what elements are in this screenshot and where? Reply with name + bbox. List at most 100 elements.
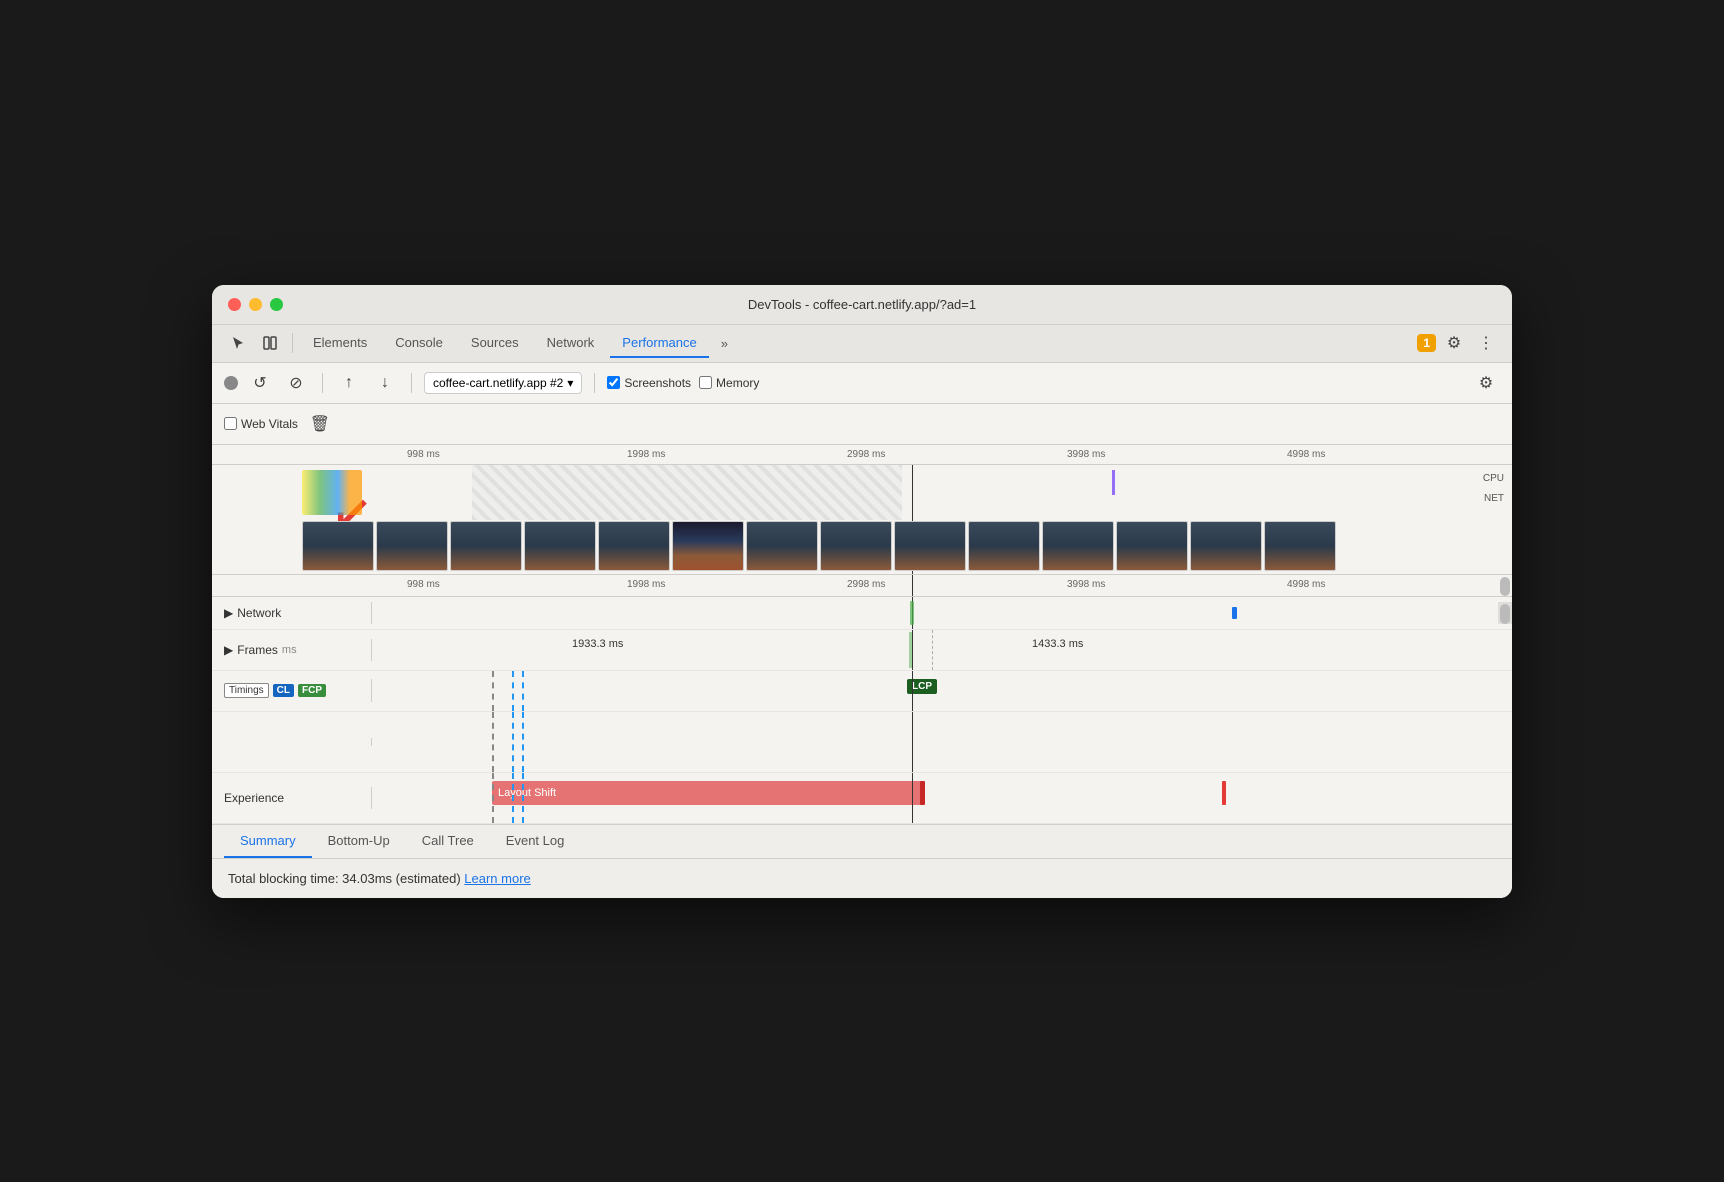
frames-bar: [909, 632, 912, 668]
screenshot-thumb[interactable]: [894, 521, 966, 571]
network-track-content: [372, 597, 1498, 629]
screenshot-thumb[interactable]: [820, 521, 892, 571]
tab-network[interactable]: Network: [535, 329, 607, 358]
tab-summary[interactable]: Summary: [224, 825, 312, 858]
network-track-label[interactable]: ▶ Network: [212, 602, 372, 624]
download-icon[interactable]: ↓: [371, 369, 399, 397]
timings-track-label[interactable]: Timings CL FCP: [212, 679, 372, 702]
experience-track-content: Layout Shift: [372, 773, 1498, 823]
layout-shift-end: [920, 781, 925, 805]
spacer-row: [212, 712, 1512, 773]
cursor-icon[interactable]: [224, 329, 252, 357]
screenshot-thumb[interactable]: [672, 521, 744, 571]
scrollbar-thumb[interactable]: [1500, 577, 1510, 596]
tab-call-tree[interactable]: Call Tree: [406, 825, 490, 858]
minimize-button[interactable]: [249, 298, 262, 311]
frames-dashed: [932, 630, 933, 670]
screenshots-checkbox-label[interactable]: Screenshots: [607, 376, 691, 390]
ruler-mark-b4: 3998 ms: [1067, 579, 1105, 590]
record-button[interactable]: [224, 376, 238, 390]
performance-settings-icon[interactable]: ⚙: [1472, 369, 1500, 397]
fcp-tag: FCP: [298, 684, 326, 697]
traffic-lights: [228, 298, 283, 311]
ruler-mark-4: 3998 ms: [1067, 449, 1105, 460]
dashed-line-2: [512, 671, 514, 711]
tab-event-log[interactable]: Event Log: [490, 825, 581, 858]
dashed-line-3: [522, 671, 524, 711]
ruler-mark-1: 998 ms: [407, 449, 440, 460]
experience-track-label[interactable]: Experience: [212, 787, 372, 809]
url-selector[interactable]: coffee-cart.netlify.app #2 ▾: [424, 372, 582, 394]
screenshot-thumb[interactable]: [746, 521, 818, 571]
cl-tag: CL: [273, 684, 294, 697]
separator: [292, 333, 293, 353]
tab-bottom-up[interactable]: Bottom-Up: [312, 825, 406, 858]
screenshot-thumb[interactable]: [1042, 521, 1114, 571]
web-vitals-checkbox[interactable]: [224, 417, 237, 430]
cpu-label: CPU: [1483, 473, 1504, 484]
bottom-tabs: Summary Bottom-Up Call Tree Event Log: [212, 824, 1512, 859]
main-content: 998 ms 1998 ms 2998 ms 3998 ms 4998 ms C…: [212, 445, 1512, 898]
screenshot-thumb[interactable]: [450, 521, 522, 571]
trash-icon[interactable]: 🗑: [306, 410, 334, 438]
close-button[interactable]: [228, 298, 241, 311]
screenshot-thumb[interactable]: [524, 521, 596, 571]
screenshot-thumb[interactable]: [1264, 521, 1336, 571]
web-vitals-checkbox-label[interactable]: Web Vitals: [224, 417, 298, 431]
timeline-scrollbar[interactable]: [1498, 575, 1512, 596]
more-tabs-button[interactable]: »: [713, 332, 736, 355]
more-options-icon[interactable]: ⋮: [1472, 329, 1500, 357]
ruler-mark-b5: 4998 ms: [1287, 579, 1325, 590]
details-panel: ▶ Network ▶: [212, 597, 1512, 824]
screenshot-thumb[interactable]: [1190, 521, 1262, 571]
loading-overlay: [472, 465, 902, 520]
network-label: Network: [237, 606, 281, 620]
tab-sources[interactable]: Sources: [459, 329, 531, 358]
settings-icon[interactable]: ⚙: [1440, 329, 1468, 357]
ruler-mark-2: 1998 ms: [627, 449, 665, 460]
exp-dashed-3: [522, 773, 524, 823]
frames-track-row: ▶ Frames ms 1933.3 ms 1433.3 ms: [212, 630, 1512, 671]
screenshots-checkbox[interactable]: [607, 376, 620, 389]
title-bar: DevTools - coffee-cart.netlify.app/?ad=1: [212, 285, 1512, 325]
cpu-activity-bar: [302, 470, 362, 515]
frames-expand-icon: ▶: [224, 643, 233, 657]
web-vitals-bar: Web Vitals 🗑: [212, 404, 1512, 445]
layout-shift-bar[interactable]: Layout Shift: [492, 781, 922, 805]
network-scrollbar[interactable]: [1498, 602, 1512, 624]
issues-badge[interactable]: 1: [1417, 334, 1436, 352]
spacer-label: [212, 738, 372, 746]
maximize-button[interactable]: [270, 298, 283, 311]
dashed-v3: [522, 712, 524, 772]
spacer-cursor: [912, 712, 913, 772]
dock-icon[interactable]: [256, 329, 284, 357]
network-scrollbar-thumb: [1500, 604, 1510, 624]
frames-cursor: [912, 630, 913, 670]
dashed-line-1: [492, 671, 494, 711]
reload-icon[interactable]: ↺: [246, 369, 274, 397]
memory-checkbox[interactable]: [699, 376, 712, 389]
exp-dashed-1: [492, 773, 494, 823]
net-label: NET: [1484, 493, 1504, 504]
tab-elements[interactable]: Elements: [301, 329, 379, 358]
clear-icon[interactable]: ⊘: [282, 369, 310, 397]
timings-track-content: LCP: [372, 671, 1498, 711]
frames-track-content: 1933.3 ms 1433.3 ms: [372, 630, 1498, 670]
ruler-mark-b1: 998 ms: [407, 579, 440, 590]
bottom-ruler: 998 ms 1998 ms 2998 ms 3998 ms 4998 ms: [212, 575, 1512, 597]
screenshot-thumb[interactable]: [1116, 521, 1188, 571]
upload-icon[interactable]: ↑: [335, 369, 363, 397]
tab-performance[interactable]: Performance: [610, 329, 708, 358]
tab-console[interactable]: Console: [383, 329, 455, 358]
memory-checkbox-label[interactable]: Memory: [699, 376, 759, 390]
spacer-content: [372, 712, 1498, 772]
frames-track-label[interactable]: ▶ Frames ms: [212, 639, 372, 661]
screenshot-thumb[interactable]: [968, 521, 1040, 571]
screenshot-thumb[interactable]: [302, 521, 374, 571]
top-ruler: 998 ms 1998 ms 2998 ms 3998 ms 4998 ms: [212, 445, 1512, 465]
screenshot-thumb[interactable]: [376, 521, 448, 571]
learn-more-link[interactable]: Learn more: [464, 871, 530, 886]
screenshot-thumb[interactable]: [598, 521, 670, 571]
dashed-v2: [512, 712, 514, 772]
exp-cursor: [912, 773, 913, 823]
